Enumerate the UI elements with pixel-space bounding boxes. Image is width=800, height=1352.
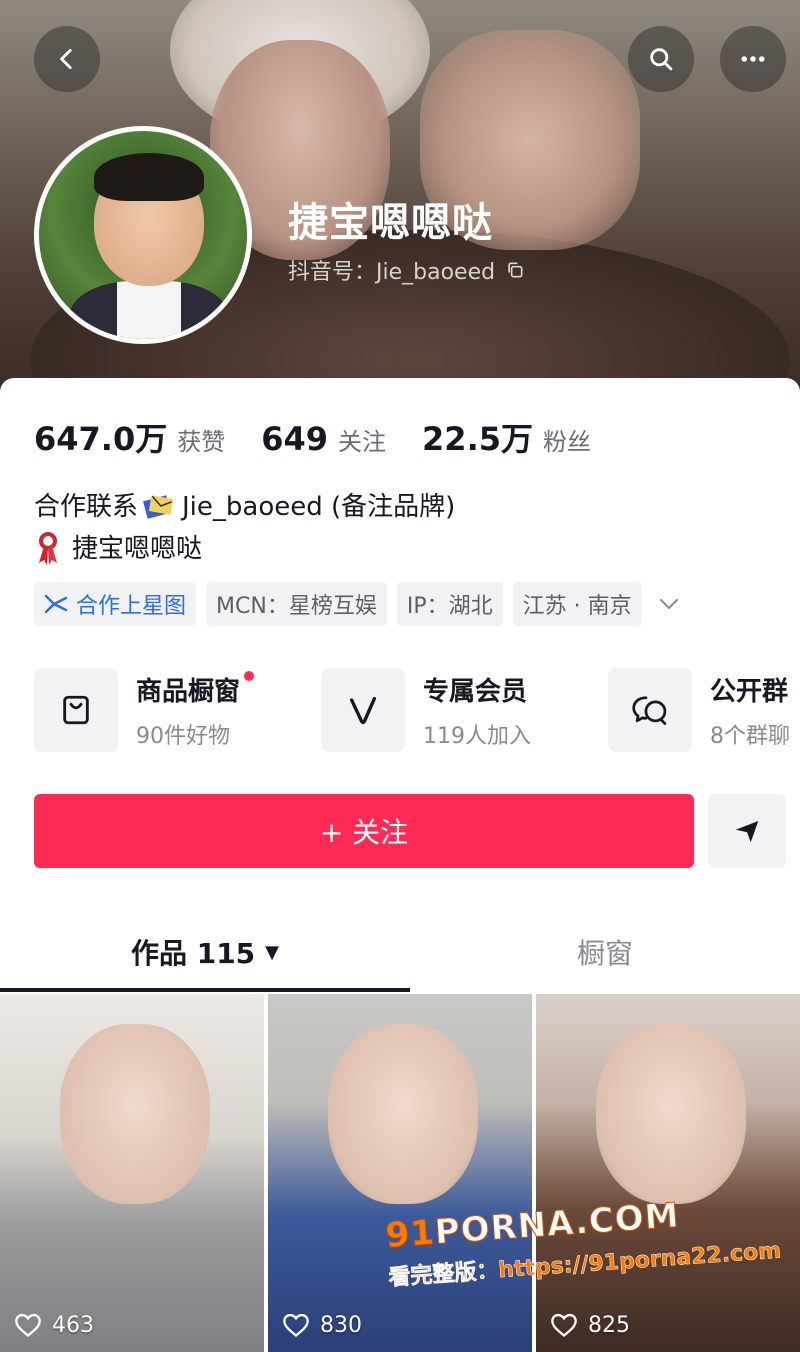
thumbnail-portrait bbox=[596, 1024, 746, 1204]
video-thumbnail[interactable]: 463 bbox=[0, 994, 264, 1352]
shopping-bag-icon bbox=[34, 668, 118, 752]
stat-likes: 647.0万 获赞 bbox=[34, 414, 225, 460]
heart-icon bbox=[15, 1313, 41, 1337]
bio-line-name: 捷宝嗯嗯哒 bbox=[34, 528, 455, 570]
star-map-icon bbox=[44, 594, 68, 614]
search-button[interactable] bbox=[628, 26, 694, 92]
bio-contact-prefix: 合作联系 bbox=[34, 492, 139, 522]
tag-location[interactable]: 江苏 · 南京 bbox=[512, 582, 642, 626]
bio-contact-suffix: Jie_baoeed (备注品牌) bbox=[182, 492, 456, 522]
service-text: 公开群 8个群聊 bbox=[710, 671, 790, 750]
content-tabs: 作品 115 ▼ 橱窗 bbox=[0, 912, 800, 992]
follow-button[interactable]: + 关注 bbox=[34, 794, 694, 868]
action-row: + 关注 bbox=[34, 794, 786, 868]
service-title: 商品橱窗 bbox=[136, 676, 241, 707]
service-subtitle: 90件好物 bbox=[136, 723, 230, 749]
service-text: 专属会员 119人加入 bbox=[423, 671, 531, 750]
stat-following[interactable]: 649 关注 bbox=[261, 420, 386, 458]
stat-label: 关注 bbox=[338, 428, 387, 456]
avatar-photo-shirt bbox=[69, 281, 229, 339]
service-group[interactable]: 公开群 8个群聊 bbox=[608, 668, 800, 752]
bio-line-contact: 合作联系 Jie_baoeed (备注品牌) bbox=[34, 486, 455, 528]
chevron-left-icon bbox=[60, 48, 72, 70]
service-subtitle: 8个群聊 bbox=[710, 723, 790, 749]
douyin-id-text: 抖音号：Jie_baoeed bbox=[288, 260, 496, 285]
send-arrow-icon bbox=[735, 821, 759, 843]
tags-expand-button[interactable] bbox=[658, 597, 680, 611]
services-row: 商品橱窗 90件好物 专属会员 119人加入 公开群 8个群聊 bbox=[34, 668, 800, 752]
service-showcase[interactable]: 商品橱窗 90件好物 bbox=[34, 668, 321, 752]
tag-mcn[interactable]: MCN：星榜互娱 bbox=[206, 582, 387, 626]
copy-icon[interactable] bbox=[505, 260, 525, 280]
more-button[interactable] bbox=[720, 26, 786, 92]
heart-icon bbox=[283, 1313, 309, 1337]
membership-v-icon bbox=[321, 668, 405, 752]
stat-label: 获赞 bbox=[177, 428, 226, 456]
service-subtitle: 119人加入 bbox=[423, 723, 531, 749]
stat-followers[interactable]: 22.5万 粉丝 bbox=[422, 414, 591, 460]
service-title: 专属会员 bbox=[423, 676, 528, 707]
tags-row: 合作上星图 MCN：星榜互娱 IP：湖北 江苏 · 南京 bbox=[34, 582, 680, 626]
video-likes-count: 830 bbox=[320, 1312, 362, 1338]
share-button[interactable] bbox=[708, 794, 786, 868]
service-title: 公开群 bbox=[710, 676, 789, 707]
douyin-id[interactable]: 抖音号：Jie_baoeed bbox=[288, 254, 525, 286]
group-chat-icon bbox=[608, 668, 692, 752]
service-membership[interactable]: 专属会员 119人加入 bbox=[321, 668, 608, 752]
tag-star-map[interactable]: 合作上星图 bbox=[34, 582, 197, 626]
ribbon-emoji-icon bbox=[39, 532, 57, 565]
video-likes: 830 bbox=[282, 1312, 362, 1338]
chevron-down-icon bbox=[659, 599, 678, 609]
tab-works[interactable]: 作品 115 ▼ bbox=[0, 912, 410, 992]
stat-label: 粉丝 bbox=[543, 428, 591, 456]
bio-name-text: 捷宝嗯嗯哒 bbox=[72, 534, 203, 564]
profile-name: 捷宝嗯嗯哒 bbox=[288, 200, 493, 246]
thumbnail-portrait bbox=[328, 1024, 478, 1204]
tag-ip: IP：湖北 bbox=[396, 582, 503, 626]
thumbnail-portrait bbox=[60, 1024, 210, 1204]
stat-value: 22.5万 bbox=[422, 420, 533, 458]
stat-value: 649 bbox=[261, 420, 329, 458]
avatar-photo-hair bbox=[94, 153, 204, 201]
search-icon bbox=[650, 48, 673, 71]
envelope-emoji-icon bbox=[143, 495, 174, 519]
back-button[interactable] bbox=[34, 26, 100, 92]
stats-row: 647.0万 获赞 649 关注 22.5万 粉丝 bbox=[34, 414, 627, 460]
bio: 合作联系 Jie_baoeed (备注品牌) 捷宝嗯嗯哒 bbox=[34, 486, 455, 570]
watermark-logo-number: 91 bbox=[384, 1212, 437, 1256]
stat-value: 647.0万 bbox=[34, 420, 168, 458]
more-dots-icon bbox=[741, 56, 765, 62]
tab-works-label: 作品 115 bbox=[130, 937, 256, 970]
service-text: 商品橱窗 90件好物 bbox=[136, 670, 255, 750]
video-likes-count: 463 bbox=[52, 1312, 94, 1338]
video-likes: 463 bbox=[14, 1312, 94, 1338]
tab-showcase[interactable]: 橱窗 bbox=[410, 912, 800, 992]
tag-star-label: 合作上星图 bbox=[76, 594, 187, 619]
avatar[interactable] bbox=[34, 126, 252, 344]
caret-down-icon: ▼ bbox=[265, 941, 280, 963]
notification-dot bbox=[244, 670, 255, 681]
